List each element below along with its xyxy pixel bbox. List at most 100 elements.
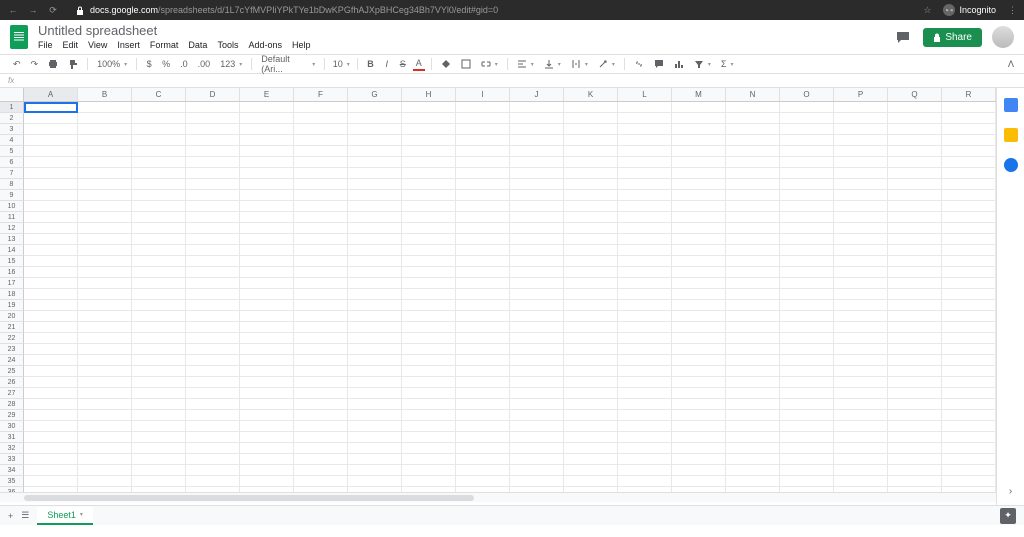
cell[interactable] [78, 344, 132, 355]
cell[interactable] [726, 234, 780, 245]
cell[interactable] [348, 267, 402, 278]
cell[interactable] [780, 300, 834, 311]
cell[interactable] [24, 355, 78, 366]
cell[interactable] [834, 300, 888, 311]
column-header[interactable]: Q [888, 88, 942, 101]
cell[interactable] [186, 289, 240, 300]
cell[interactable] [132, 377, 186, 388]
cell[interactable] [510, 212, 564, 223]
cell[interactable] [186, 223, 240, 234]
cell[interactable] [564, 234, 618, 245]
cell[interactable] [510, 113, 564, 124]
cell[interactable] [726, 146, 780, 157]
cell[interactable] [402, 179, 456, 190]
cell[interactable] [564, 454, 618, 465]
cell[interactable] [402, 476, 456, 487]
cell[interactable] [402, 333, 456, 344]
row-header[interactable]: 1 [0, 102, 24, 113]
cell[interactable] [294, 179, 348, 190]
cell[interactable] [132, 399, 186, 410]
cell[interactable] [726, 432, 780, 443]
row-header[interactable]: 12 [0, 223, 24, 234]
cell[interactable] [834, 421, 888, 432]
cell[interactable] [348, 179, 402, 190]
cell[interactable] [348, 289, 402, 300]
cell[interactable] [834, 322, 888, 333]
row-header[interactable]: 29 [0, 410, 24, 421]
cell[interactable] [510, 201, 564, 212]
menu-format[interactable]: Format [150, 40, 179, 50]
cell[interactable] [78, 355, 132, 366]
cell[interactable] [618, 289, 672, 300]
cell[interactable] [618, 377, 672, 388]
row-header[interactable]: 5 [0, 146, 24, 157]
cell[interactable] [618, 443, 672, 454]
cell[interactable] [240, 146, 294, 157]
cell[interactable] [510, 410, 564, 421]
column-header[interactable]: O [780, 88, 834, 101]
cell[interactable] [402, 421, 456, 432]
row-header[interactable]: 4 [0, 135, 24, 146]
cell[interactable] [672, 124, 726, 135]
cell[interactable] [294, 311, 348, 322]
cell[interactable] [294, 443, 348, 454]
cell[interactable] [726, 344, 780, 355]
cell[interactable] [294, 432, 348, 443]
cell[interactable] [618, 410, 672, 421]
cell[interactable] [240, 410, 294, 421]
cell[interactable] [618, 201, 672, 212]
cell[interactable] [24, 146, 78, 157]
text-color-button[interactable]: A [413, 57, 425, 71]
menu-view[interactable]: View [88, 40, 107, 50]
cell[interactable] [348, 300, 402, 311]
cell[interactable] [348, 443, 402, 454]
cell[interactable] [672, 432, 726, 443]
cell[interactable] [942, 212, 996, 223]
cell[interactable] [402, 366, 456, 377]
cell[interactable] [402, 410, 456, 421]
menu-data[interactable]: Data [188, 40, 207, 50]
row-header[interactable]: 20 [0, 311, 24, 322]
cell[interactable] [294, 102, 348, 113]
cell[interactable] [402, 289, 456, 300]
cell[interactable] [294, 399, 348, 410]
cell[interactable] [456, 476, 510, 487]
cell[interactable] [24, 300, 78, 311]
cell[interactable] [132, 443, 186, 454]
cell[interactable] [402, 454, 456, 465]
cell[interactable] [672, 300, 726, 311]
cell[interactable] [132, 289, 186, 300]
cell[interactable] [510, 465, 564, 476]
cell[interactable] [780, 333, 834, 344]
cell[interactable] [402, 344, 456, 355]
cell[interactable] [402, 443, 456, 454]
cell[interactable] [132, 223, 186, 234]
cell[interactable] [942, 201, 996, 212]
cell[interactable] [510, 311, 564, 322]
cell[interactable] [78, 212, 132, 223]
cell[interactable] [888, 278, 942, 289]
row-header[interactable]: 19 [0, 300, 24, 311]
cell[interactable] [24, 399, 78, 410]
cell[interactable] [78, 234, 132, 245]
row-header[interactable]: 32 [0, 443, 24, 454]
cell[interactable] [186, 168, 240, 179]
cell[interactable] [942, 443, 996, 454]
cell[interactable] [348, 124, 402, 135]
cell[interactable] [240, 135, 294, 146]
cell[interactable] [564, 322, 618, 333]
cell[interactable] [618, 168, 672, 179]
cell[interactable] [24, 135, 78, 146]
cell[interactable] [132, 267, 186, 278]
merge-cells-button[interactable] [478, 58, 501, 70]
cell[interactable] [564, 157, 618, 168]
column-header[interactable]: D [186, 88, 240, 101]
cell[interactable] [402, 322, 456, 333]
cell[interactable] [726, 179, 780, 190]
cell[interactable] [78, 179, 132, 190]
cell[interactable] [402, 212, 456, 223]
cell[interactable] [186, 300, 240, 311]
cell[interactable] [24, 267, 78, 278]
cell[interactable] [78, 102, 132, 113]
cell[interactable] [24, 113, 78, 124]
